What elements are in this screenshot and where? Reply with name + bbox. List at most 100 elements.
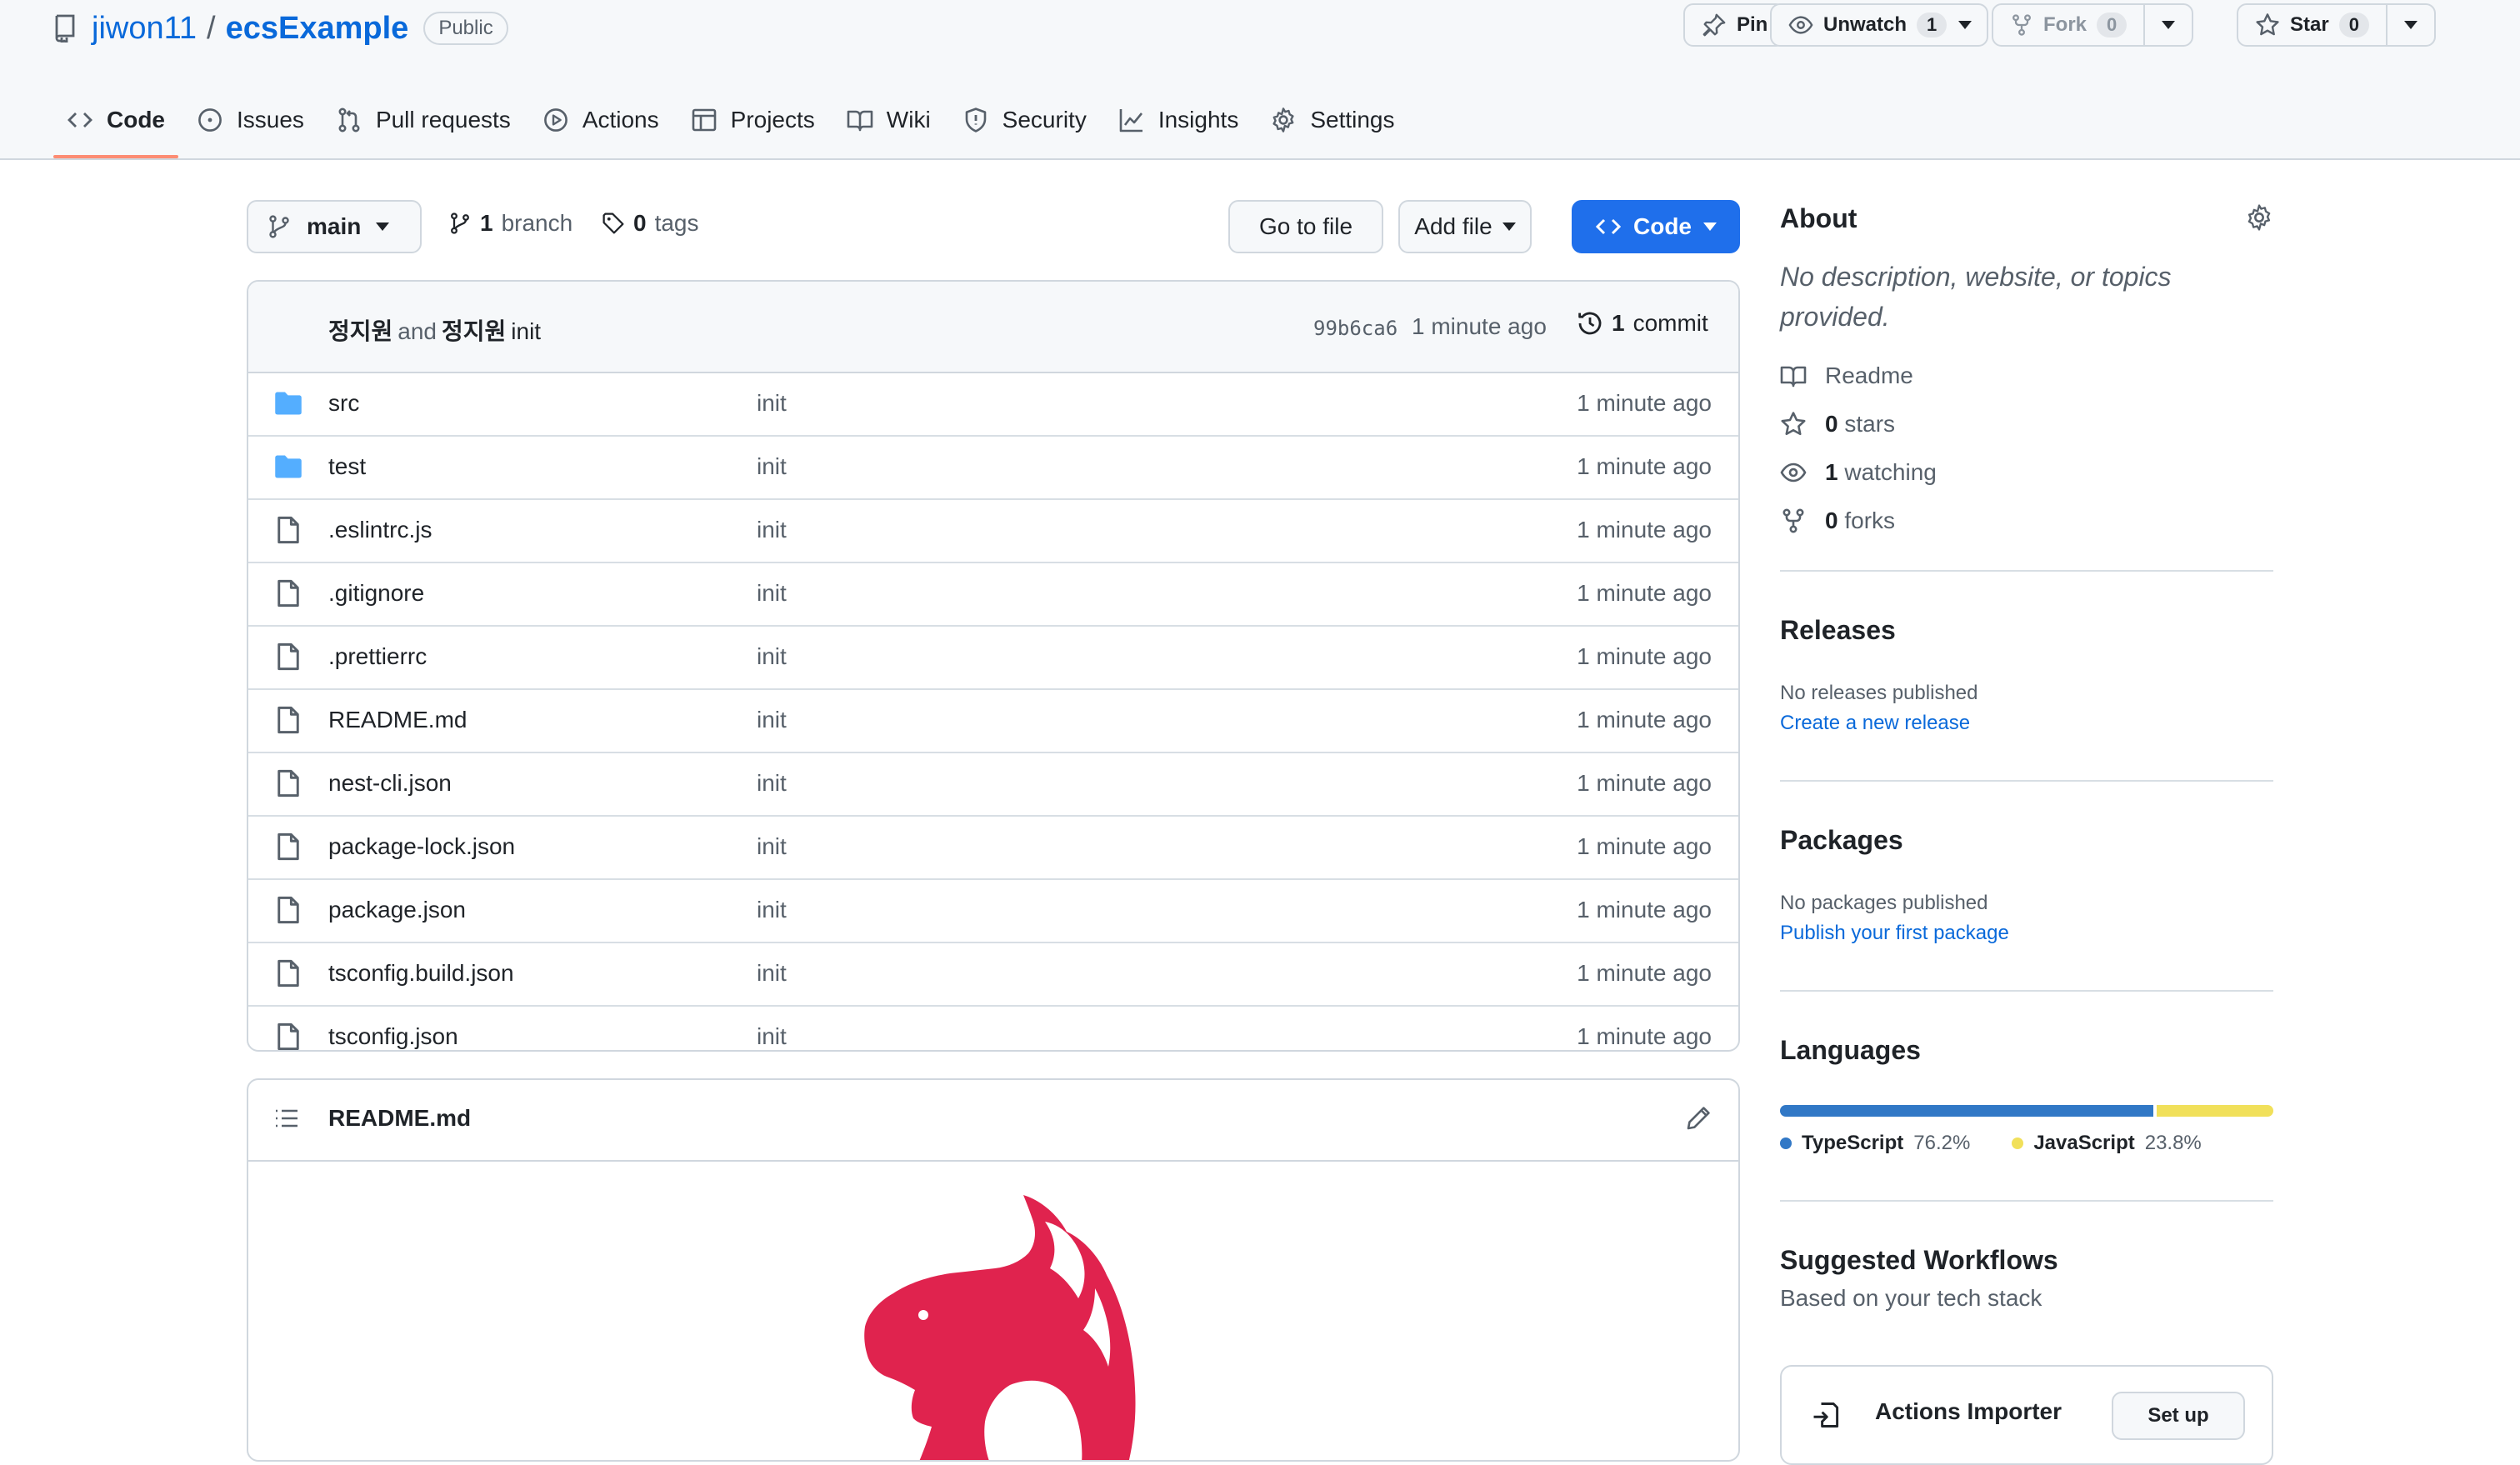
publish-package-link[interactable]: Publish your first package [1780, 922, 2009, 945]
language-percent: 23.8% [2144, 1132, 2202, 1154]
file-row: test init 1 minute ago [248, 435, 1738, 498]
suggested-workflows-subtitle: Based on your tech stack [1780, 1285, 2042, 1311]
branch-select-button[interactable]: main [247, 200, 422, 253]
workflow-card: Actions Importer Set up [1780, 1365, 2273, 1465]
gear-icon[interactable] [2245, 203, 2273, 232]
tab-code[interactable]: Code [53, 98, 178, 158]
file-commit-message-link[interactable]: init [757, 643, 787, 670]
file-name-link[interactable]: package-lock.json [328, 833, 515, 860]
repo-name-link[interactable]: ecsExample [226, 11, 409, 47]
caret-down-icon [1703, 222, 1717, 231]
file-name-link[interactable]: tsconfig.build.json [328, 960, 514, 987]
file-name-link[interactable]: test [328, 453, 366, 480]
repo-separator: / [207, 10, 216, 46]
code-button[interactable]: Code [1572, 200, 1740, 253]
tab-settings[interactable]: Settings [1257, 98, 1408, 142]
star-button[interactable]: Star 0 [2237, 3, 2436, 47]
file-icon [273, 642, 303, 672]
file-commit-message-link[interactable]: init [757, 770, 787, 797]
fork-dropdown[interactable] [2143, 5, 2192, 45]
caret-down-icon [2162, 21, 2176, 29]
commit-sha-link[interactable]: 99b6ca6 [1313, 317, 1398, 340]
list-unordered-icon[interactable] [273, 1105, 300, 1132]
file-name-link[interactable]: tsconfig.json [328, 1023, 458, 1050]
sidebar: About No description, website, or topics… [1780, 197, 2273, 1465]
commit-authors: 정지원 and 정지원 init [328, 313, 541, 347]
file-name-link[interactable]: README.md [328, 707, 467, 733]
file-icon [273, 705, 303, 735]
unwatch-dropdown[interactable] [1955, 5, 1987, 45]
commit-message-link[interactable]: init [511, 318, 541, 344]
branches-link[interactable]: 1 branch [448, 210, 572, 237]
file-commit-message-link[interactable]: init [757, 580, 787, 607]
watchers-link[interactable]: 1 watching [1780, 448, 2273, 497]
file-row: .gitignore init 1 minute ago [248, 562, 1738, 625]
repo-owner-link[interactable]: jiwon11 [92, 11, 197, 47]
readme-link[interactable]: Readme [1780, 352, 2273, 400]
tab-actions[interactable]: Actions [529, 98, 672, 142]
tab-label: Projects [730, 107, 815, 132]
caret-down-icon [376, 222, 390, 231]
language-item[interactable]: TypeScript 76.2% [1780, 1132, 1970, 1155]
tab-insights[interactable]: Insights [1105, 98, 1252, 142]
forks-link[interactable]: 0 forks [1780, 497, 2273, 545]
set-up-button[interactable]: Set up [2112, 1392, 2245, 1440]
commit-author-link[interactable]: 정지원 [328, 318, 392, 344]
file-row: src init 1 minute ago [248, 373, 1738, 435]
file-commit-age: 1 minute ago [1577, 770, 1712, 796]
language-item[interactable]: JavaScript 23.8% [2012, 1132, 2202, 1155]
stars-count: 0 [1825, 411, 1838, 437]
tags-link[interactable]: 0 tags [602, 210, 699, 237]
tab-pull-requests[interactable]: Pull requests [322, 98, 524, 142]
file-commit-age: 1 minute ago [1577, 960, 1712, 986]
caret-down-icon [1958, 21, 1972, 29]
file-name-link[interactable]: .prettierrc [328, 643, 427, 670]
unwatch-button[interactable]: Unwatch 1 [1770, 3, 1989, 47]
commits-link[interactable]: 1 commit [1577, 310, 1708, 337]
tab-wiki[interactable]: Wiki [833, 98, 944, 142]
file-commit-message-link[interactable]: init [757, 897, 787, 923]
packages-empty: No packages published [1780, 892, 1988, 914]
tab-projects[interactable]: Projects [678, 98, 828, 142]
branch-count-value: 1 [480, 210, 493, 236]
file-commit-message-link[interactable]: init [757, 960, 787, 987]
tab-label: Wiki [886, 107, 931, 132]
tab-issues[interactable]: Issues [183, 98, 318, 142]
tab-label: Insights [1158, 107, 1239, 132]
releases-empty: No releases published [1780, 682, 1978, 704]
file-icon [273, 578, 303, 608]
create-release-link[interactable]: Create a new release [1780, 712, 1970, 735]
file-commit-message-link[interactable]: init [757, 390, 787, 417]
code-button-label: Code [1633, 213, 1692, 239]
pencil-icon[interactable] [1685, 1105, 1712, 1132]
pin-label: Pin [1737, 13, 1768, 36]
branch-count-label: branch [501, 210, 573, 236]
file-icon [273, 895, 303, 925]
stars-link[interactable]: 0 stars [1780, 400, 2273, 448]
file-commit-message-link[interactable]: init [757, 453, 787, 480]
file-commit-message-link[interactable]: init [757, 1023, 787, 1050]
star-dropdown[interactable] [2385, 5, 2434, 45]
book-icon [847, 107, 873, 133]
play-icon [542, 107, 569, 133]
packages-title[interactable]: Packages [1780, 825, 1903, 856]
file-commit-message-link[interactable]: init [757, 517, 787, 543]
tab-security[interactable]: Security [949, 98, 1100, 142]
language-color-dot [1780, 1138, 1792, 1149]
file-name-link[interactable]: .eslintrc.js [328, 517, 432, 543]
file-name-link[interactable]: .gitignore [328, 580, 424, 607]
go-to-file-button[interactable]: Go to file [1228, 200, 1383, 253]
fork-button[interactable]: Fork 0 [1992, 3, 2194, 47]
file-commit-message-link[interactable]: init [757, 833, 787, 860]
file-commit-message-link[interactable]: init [757, 707, 787, 733]
tab-label: Pull requests [375, 107, 511, 132]
commit-and: and [398, 318, 437, 344]
commit-author-link[interactable]: 정지원 [442, 318, 506, 344]
file-commit-age: 1 minute ago [1577, 453, 1712, 479]
file-name-link[interactable]: package.json [328, 897, 466, 923]
language-percent: 76.2% [1913, 1132, 1971, 1154]
add-file-button[interactable]: Add file [1398, 200, 1532, 253]
file-name-link[interactable]: nest-cli.json [328, 770, 452, 797]
file-name-link[interactable]: src [328, 390, 359, 417]
releases-title[interactable]: Releases [1780, 615, 1896, 646]
